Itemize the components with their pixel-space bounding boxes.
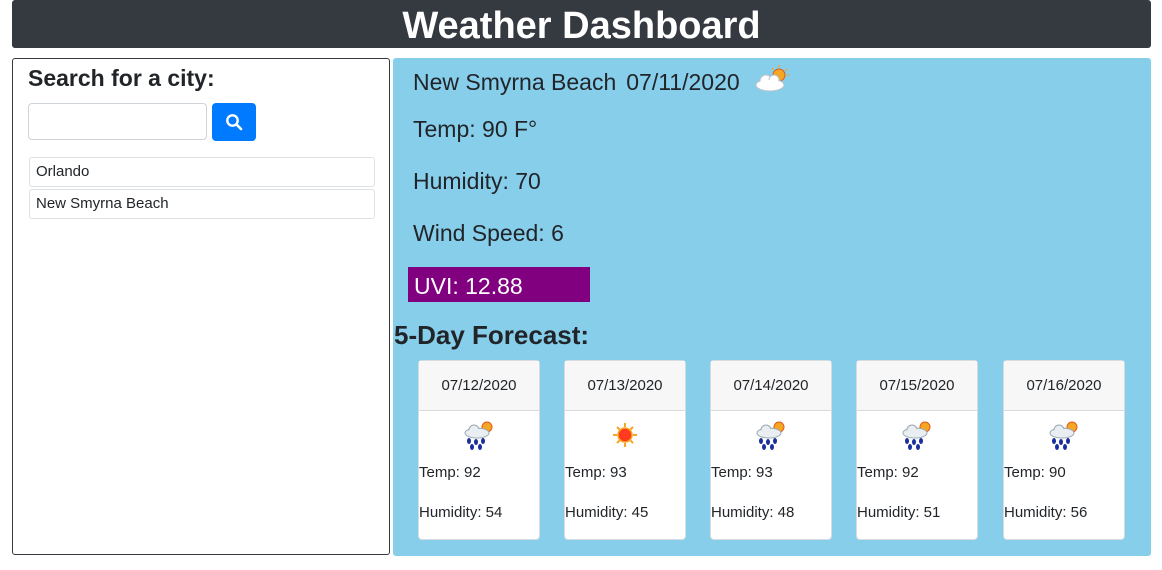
search-icon [226,114,243,131]
forecast-temp: Temp: 93 [565,464,627,481]
search-heading: Search for a city: [28,65,215,91]
current-city-row: New Smyrna Beach 07/11/2020 [413,64,792,100]
partly-cloudy-icon [752,64,792,100]
city-history-list: Orlando New Smyrna Beach [29,157,375,221]
forecast-humidity: Humidity: 48 [711,504,795,521]
page-title: Weather Dashboard [402,5,761,47]
city-history-item-new-smyrna-beach[interactable]: New Smyrna Beach [29,189,375,219]
forecast-date: 07/12/2020 [419,361,539,411]
forecast-temp: Temp: 92 [857,464,919,481]
city-history-item-orlando[interactable]: Orlando [29,157,375,187]
forecast-temp: Temp: 93 [711,464,773,481]
forecast-date: 07/16/2020 [1004,361,1124,411]
weather-main-panel: New Smyrna Beach 07/11/2020 Temp: 90 F° … [393,58,1151,556]
forecast-temp: Temp: 90 [1004,464,1066,481]
current-humidity: Humidity: 70 [413,168,541,194]
forecast-humidity: Humidity: 54 [419,504,503,521]
search-button[interactable] [212,103,256,141]
rain-sun-icon [464,421,493,450]
rain-sun-icon [902,421,931,450]
forecast-card: 07/12/2020 Temp: 92 Humidity: 54 [418,360,540,540]
forecast-humidity: Humidity: 45 [565,504,649,521]
forecast-temp: Temp: 92 [419,464,481,481]
uv-index-badge: UVI: 12.88 [408,267,590,302]
page-header: Weather Dashboard [12,0,1151,48]
forecast-date: 07/14/2020 [711,361,831,411]
forecast-card: 07/15/2020 Temp: 92 Humidity: 51 [856,360,978,540]
current-date: 07/11/2020 [626,68,740,95]
sun-icon [613,423,637,447]
forecast-humidity: Humidity: 56 [1004,504,1088,521]
city-search-input[interactable] [28,103,207,140]
forecast-date: 07/15/2020 [857,361,977,411]
rain-sun-icon [756,421,785,450]
forecast-card: 07/14/2020 Temp: 93 Humidity: 48 [710,360,832,540]
forecast-card: 07/13/2020 Temp: 93 Humidity: 45 [564,360,686,540]
rain-sun-icon [1049,421,1078,450]
forecast-humidity: Humidity: 51 [857,504,941,521]
forecast-heading: 5-Day Forecast: [394,320,590,350]
current-wind-speed: Wind Speed: 6 [413,220,564,246]
forecast-card: 07/16/2020 Temp: 90 Humidity: 56 [1003,360,1125,540]
forecast-date: 07/13/2020 [565,361,685,411]
current-city-name: New Smyrna Beach [413,68,617,95]
current-temp: Temp: 90 F° [413,116,538,142]
search-sidebar: Search for a city: Orlando New Smyrna Be… [12,58,390,555]
